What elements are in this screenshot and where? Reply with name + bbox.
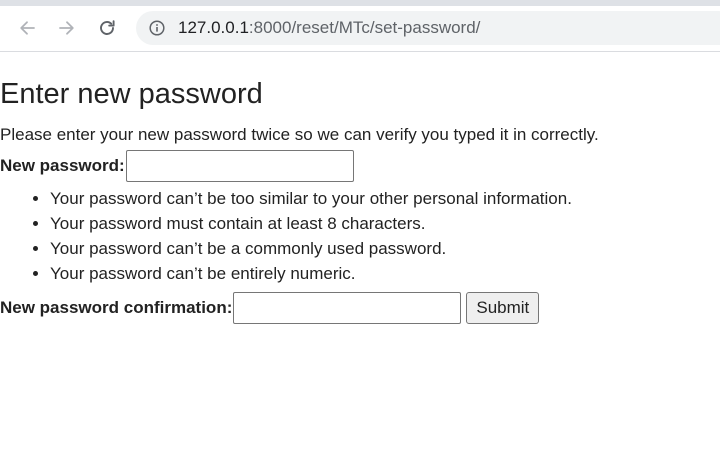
help-item: Your password must contain at least 8 ch…: [50, 211, 720, 236]
help-item: Your password can’t be too similar to yo…: [50, 186, 720, 211]
page-content: Enter new password Please enter your new…: [0, 52, 720, 324]
new-password-label: New password:: [0, 156, 125, 175]
help-item: Your password can’t be a commonly used p…: [50, 236, 720, 261]
tab-strip: [0, 0, 720, 6]
browser-toolbar: 127.0.0.1:8000/reset/MTc/set-password/: [0, 0, 720, 52]
intro-text: Please enter your new password twice so …: [0, 125, 599, 144]
back-button[interactable]: [13, 14, 41, 42]
address-bar[interactable]: 127.0.0.1:8000/reset/MTc/set-password/: [136, 11, 720, 45]
new-password-input[interactable]: [125, 150, 354, 182]
arrow-right-icon: [59, 21, 74, 35]
help-item: Your password can’t be entirely numeric.: [50, 261, 720, 286]
reload-icon: [100, 20, 115, 35]
new-password-row: New password:: [0, 150, 720, 182]
password-help-list: Your password can’t be too similar to yo…: [0, 186, 720, 286]
info-icon[interactable]: [149, 20, 165, 36]
url-path: :8000/reset/MTc/set-password/: [248, 18, 481, 37]
confirm-password-label: New password confirmation:: [0, 298, 233, 317]
submit-button[interactable]: Submit: [466, 292, 540, 324]
url-host: 127.0.0.1: [178, 18, 249, 37]
reload-button[interactable]: [93, 14, 121, 42]
arrow-left-icon: [20, 21, 35, 35]
page-title: Enter new password: [0, 78, 263, 110]
url-text: 127.0.0.1:8000/reset/MTc/set-password/: [178, 18, 480, 38]
confirm-password-row: New password confirmation: Submit: [0, 292, 720, 324]
confirm-password-input[interactable]: [233, 292, 462, 324]
forward-button[interactable]: [53, 14, 81, 42]
